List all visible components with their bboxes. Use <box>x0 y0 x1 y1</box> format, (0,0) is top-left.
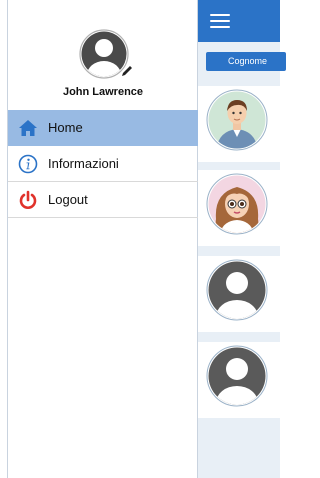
menu-item-label: Informazioni <box>48 156 119 171</box>
profile-section: John Lawrence <box>0 0 198 110</box>
hamburger-menu-icon[interactable] <box>210 14 230 28</box>
power-icon <box>19 190 37 209</box>
edit-pencil-icon[interactable] <box>120 64 134 78</box>
info-icon <box>18 154 38 174</box>
profile-name: John Lawrence <box>62 86 144 98</box>
contact-card[interactable] <box>198 86 280 162</box>
default-person-avatar <box>206 259 268 321</box>
menu-item-informazioni[interactable]: Informazioni <box>8 146 198 182</box>
contact-card[interactable] <box>198 256 280 332</box>
navigation-drawer: John Lawrence Home Informazioni Logout <box>0 0 198 478</box>
default-person-avatar <box>206 345 268 407</box>
menu-item-label: Logout <box>48 192 88 207</box>
menu-item-home[interactable]: Home <box>8 110 198 146</box>
home-icon <box>19 120 37 136</box>
menu-item-logout[interactable]: Logout <box>8 182 198 218</box>
top-bar <box>198 0 280 42</box>
man-cartoon-avatar <box>206 89 268 151</box>
sort-surname-button[interactable]: Cognome <box>206 52 286 71</box>
contact-card[interactable] <box>198 170 280 246</box>
drawer-menu: Home Informazioni Logout <box>8 110 198 218</box>
menu-item-label: Home <box>48 120 83 135</box>
main-content: Cognome <box>198 0 286 478</box>
contact-card[interactable] <box>198 342 280 418</box>
woman-cartoon-avatar <box>206 173 268 235</box>
